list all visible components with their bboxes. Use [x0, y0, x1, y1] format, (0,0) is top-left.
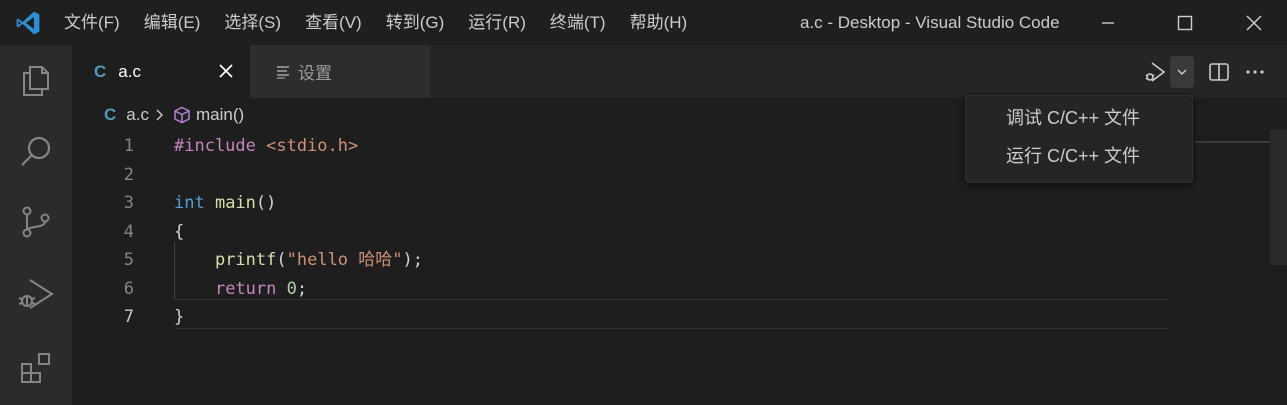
menu-item-debug-c-file[interactable]: 调试 C/C++ 文件 [966, 100, 1194, 136]
code-token: main [204, 193, 256, 213]
split-editor-icon[interactable] [1208, 61, 1230, 83]
close-icon[interactable] [1226, 0, 1282, 45]
search-icon[interactable] [0, 117, 72, 187]
line-number: 3 [123, 193, 134, 213]
explorer-icon[interactable] [0, 45, 72, 115]
code-token: "hello 哈哈" [286, 250, 403, 270]
code-token: ( [276, 250, 287, 270]
code-token: printf [214, 250, 277, 270]
tab-label: a.c [118, 61, 141, 81]
cube-icon [173, 106, 191, 124]
window-title: a.c - Desktop - Visual Studio Code [800, 13, 1060, 32]
activity-bar [0, 45, 72, 405]
menu-run[interactable]: 运行(R) [456, 0, 538, 45]
breadcrumb-file[interactable]: a.c [126, 105, 149, 125]
breadcrumb-symbol[interactable]: main() [196, 105, 244, 125]
code-token: } [174, 307, 185, 327]
code-line: 7 } [72, 303, 1172, 332]
title-bar: 文件(F) 编辑(E) 选择(S) 查看(V) 转到(G) 运行(R) 终端(T… [0, 0, 1287, 45]
maximize-icon[interactable] [1157, 0, 1213, 45]
code-line: 5 printf("hello 哈哈"); [72, 246, 1172, 275]
menu-go[interactable]: 转到(G) [374, 0, 457, 45]
minimap-slice [1195, 141, 1279, 143]
code-token: #include [174, 136, 256, 156]
run-debug-play-icon[interactable] [1142, 59, 1168, 85]
menu-file[interactable]: 文件(F) [56, 0, 132, 45]
code-line: 3 int main() [72, 189, 1172, 218]
menu-help[interactable]: 帮助(H) [618, 0, 700, 45]
chevron-right-icon [155, 108, 165, 122]
code-token: 0 [276, 278, 297, 299]
code-token: int [174, 193, 205, 213]
line-number: 1 [123, 136, 134, 156]
menu-edit[interactable]: 编辑(E) [132, 0, 213, 45]
c-file-icon: C [94, 61, 107, 81]
code-token: <stdio.h> [255, 136, 359, 156]
line-number: 5 [123, 250, 134, 270]
editor-actions [1142, 45, 1266, 98]
menu-item-run-c-file[interactable]: 运行 C/C++ 文件 [966, 138, 1194, 174]
more-actions-icon[interactable] [1244, 61, 1266, 83]
menu-terminal[interactable]: 终端(T) [538, 0, 618, 45]
code-token: return [214, 278, 277, 299]
code-token: ; [296, 278, 308, 299]
line-number: 7 [123, 307, 134, 327]
tab-a-c[interactable]: C a.c [72, 45, 250, 98]
code-line: 4 { [72, 218, 1172, 247]
scrollbar[interactable] [1270, 130, 1287, 265]
run-dropdown-menu: 调试 C/C++ 文件 运行 C/C++ 文件 [965, 95, 1193, 183]
code-line: 6 return 0; [72, 275, 1172, 304]
line-number: 2 [123, 164, 134, 185]
c-file-icon: C [104, 105, 117, 124]
settings-list-icon [276, 65, 290, 79]
menu-bar: 文件(F) 编辑(E) 选择(S) 查看(V) 转到(G) 运行(R) 终端(T… [56, 0, 699, 45]
line-number: 6 [123, 278, 134, 299]
tab-settings[interactable]: 设置 [250, 45, 430, 98]
code-token: () [255, 193, 277, 213]
code-token: { [174, 221, 185, 242]
run-debug-icon[interactable] [0, 259, 72, 329]
source-control-icon[interactable] [0, 187, 72, 257]
close-icon[interactable] [214, 59, 238, 83]
tab-bar: C a.c 设置 [72, 45, 1287, 98]
menu-selection[interactable]: 选择(S) [212, 0, 293, 45]
chevron-down-icon[interactable] [1170, 55, 1194, 88]
menu-view[interactable]: 查看(V) [293, 0, 374, 45]
code-token: ); [402, 250, 423, 270]
tab-label: 设置 [298, 64, 332, 83]
extensions-icon[interactable] [0, 333, 72, 403]
line-number: 4 [123, 221, 134, 242]
vscode-logo-icon [0, 0, 56, 45]
minimize-icon[interactable] [1080, 0, 1136, 45]
